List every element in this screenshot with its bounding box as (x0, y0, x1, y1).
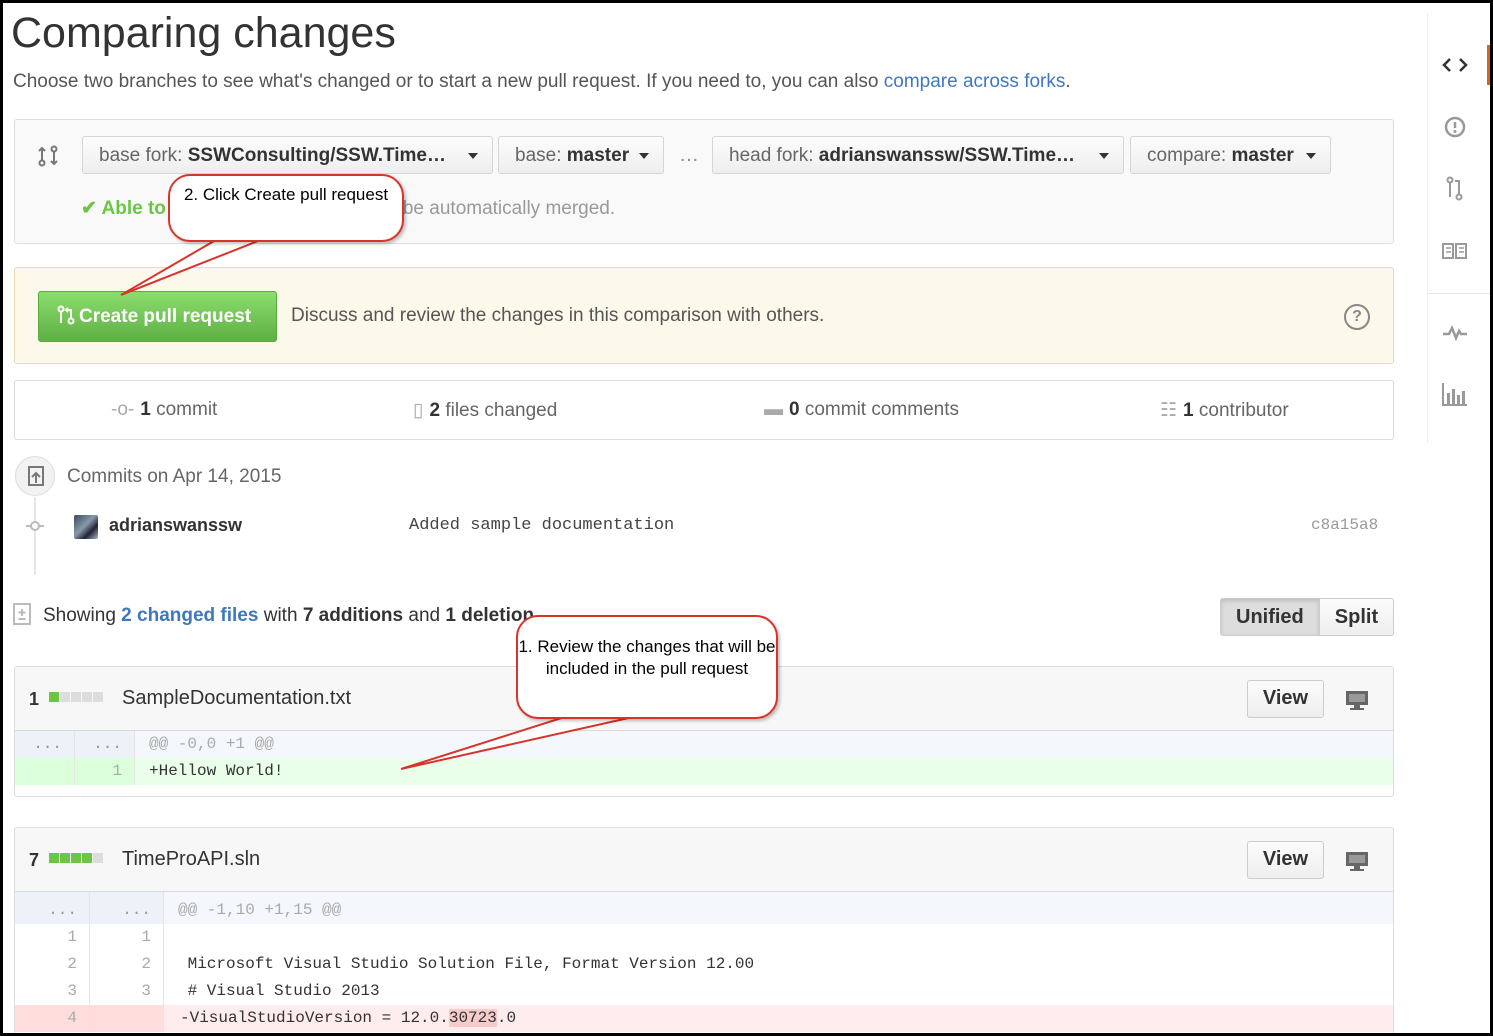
callout-create-pull-request: 2. Click Create pull request (168, 174, 404, 242)
callout-review-changes: 1. Review the changes that will be inclu… (516, 615, 778, 719)
callout-pointers (120, 235, 634, 770)
screenshot-frame: Comparing changes Choose two branches to… (0, 0, 1493, 1036)
